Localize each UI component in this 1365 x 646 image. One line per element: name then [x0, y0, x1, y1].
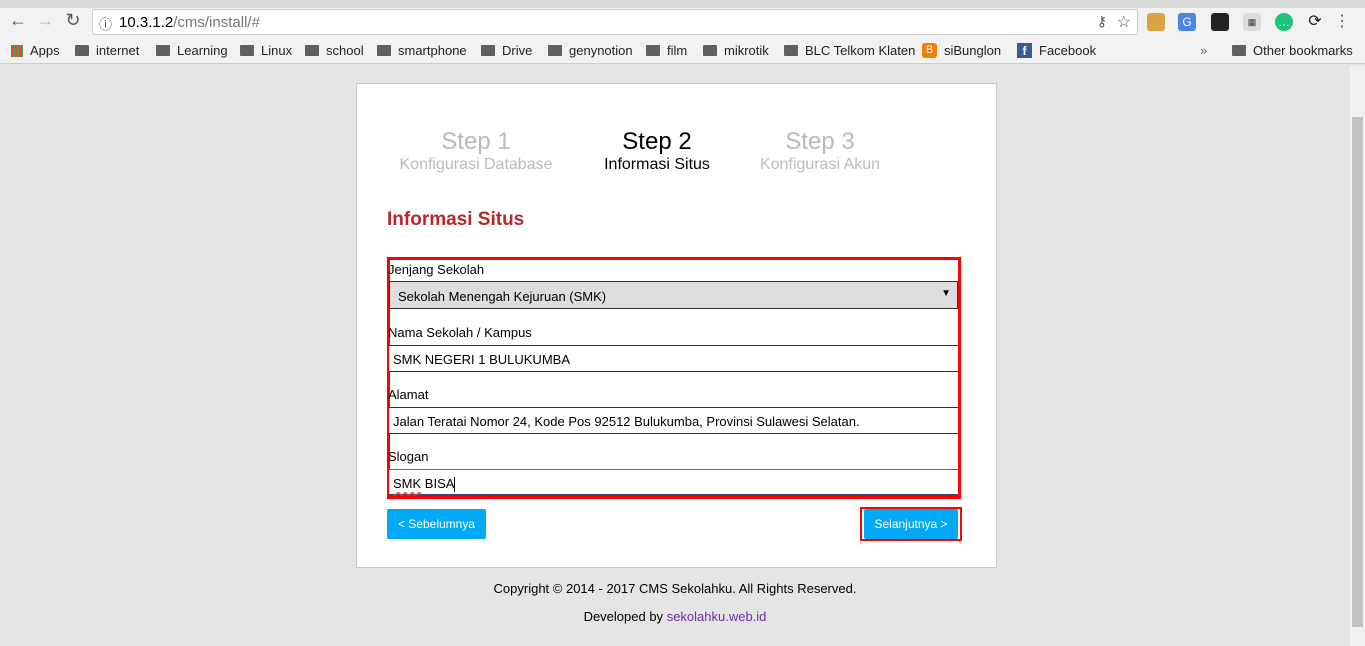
bookmarks-overflow-button[interactable]: »: [1200, 43, 1207, 58]
forward-icon[interactable]: →: [34, 10, 56, 31]
folder-icon: [646, 45, 660, 56]
alamat-value: Jalan Teratai Nomor 24, Kode Pos 92512 B…: [393, 414, 860, 429]
url-path: /cms/install/#: [173, 14, 260, 31]
nama-value: SMK NEGERI 1 BULUKUMBA: [393, 352, 570, 367]
step-subtitle: Konfigurasi Database: [399, 156, 553, 173]
bookmark-label: smartphone: [398, 43, 467, 58]
next-button[interactable]: Selanjutnya >: [864, 509, 958, 539]
alamat-label: Alamat: [388, 387, 429, 402]
folder-icon: [240, 45, 254, 56]
bookmark-school[interactable]: school: [305, 43, 364, 58]
folder-icon: [156, 45, 170, 56]
section-heading: Informasi Situs: [387, 209, 525, 230]
menu-icon[interactable]: ⋮: [1333, 13, 1351, 31]
sync-icon[interactable]: ⟳: [1306, 13, 1324, 31]
scrollbar-thumb[interactable]: [1352, 117, 1363, 627]
bookmark-label: mikrotik: [724, 43, 769, 58]
bookmark-label: siBunglon: [944, 43, 1002, 58]
key-icon[interactable]: ⚷: [1097, 13, 1107, 30]
step-subtitle: Konfigurasi Akun: [759, 156, 881, 173]
folder-icon: [377, 45, 391, 56]
address-bar[interactable]: ⓘ 10.3.1.2/cms/install/# ⚷ ☆: [92, 9, 1138, 35]
bookmark-mikrotik[interactable]: mikrotik: [703, 43, 769, 58]
chat-icon[interactable]: …: [1275, 13, 1293, 31]
step-2: Step 2 Informasi Situs: [567, 128, 747, 174]
bookmark-label: BLC Telkom Klaten: [805, 43, 916, 58]
jenjang-label: Jenjang Sekolah: [388, 262, 485, 277]
tab-strip: [0, 0, 1365, 8]
reload-icon[interactable]: ↻: [62, 10, 84, 31]
other-bookmarks[interactable]: Other bookmarks: [1232, 43, 1353, 58]
bookmark-label: Linux: [261, 43, 293, 58]
bookmark-label: Facebook: [1039, 43, 1097, 58]
bookmark-label: Learning: [177, 43, 228, 58]
step-title: Step 3: [785, 128, 855, 155]
folder-icon: [305, 45, 319, 56]
folder-icon: [75, 45, 89, 56]
facebook-icon: f: [1017, 43, 1032, 58]
bookmark-label: Drive: [502, 43, 533, 58]
bookmark-label: Apps: [30, 43, 60, 58]
jenjang-value: Sekolah Menengah Kejuruan (SMK): [398, 289, 607, 304]
developed-prefix: Developed by: [583, 609, 667, 624]
apps-grid-icon: [11, 44, 23, 57]
step-3: Step 3 Konfigurasi Akun: [730, 128, 910, 174]
bookmark-genynotion[interactable]: genynotion: [548, 43, 633, 58]
back-icon[interactable]: ←: [7, 10, 29, 31]
google-translate-icon[interactable]: G: [1178, 13, 1196, 31]
blogger-icon: B: [922, 43, 937, 58]
folder-icon: [1232, 45, 1246, 56]
bookmark-label: school: [326, 43, 364, 58]
copyright-text: Copyright © 2014 - 2017 CMS Sekolahku. A…: [493, 581, 857, 596]
url-host: 10.3.1.2: [119, 14, 174, 31]
bookmark-linux[interactable]: Linux: [240, 43, 292, 58]
dropdown-arrow-icon: ▼: [941, 288, 951, 299]
info-icon: ⓘ: [99, 17, 113, 32]
bookmark-blc-telkom-klaten[interactable]: BLC Telkom Klaten: [784, 43, 915, 58]
extension-agent-icon[interactable]: [1147, 13, 1165, 31]
bookmark-sibunglon[interactable]: BsiBunglon: [922, 43, 1001, 58]
bookmark-label: genynotion: [569, 43, 633, 58]
developed-by: Developed by sekolahku.web.id: [0, 609, 1350, 624]
slogan-value-rest: BISA: [421, 476, 455, 491]
bookmark-label: internet: [96, 43, 140, 58]
alamat-input[interactable]: Jalan Teratai Nomor 24, Kode Pos 92512 B…: [389, 407, 958, 434]
step-title: Step 2: [622, 128, 692, 155]
bookmark-learning[interactable]: Learning: [156, 43, 228, 58]
slogan-input[interactable]: SMK BISA: [389, 469, 958, 496]
jenjang-select[interactable]: Sekolah Menengah Kejuruan (SMK) ▼: [389, 281, 958, 309]
folder-icon: [703, 45, 717, 56]
step-title: Step 1: [441, 128, 511, 155]
bookmark-smartphone[interactable]: smartphone: [377, 43, 467, 58]
step-1: Step 1 Konfigurasi Database: [386, 128, 566, 174]
step-subtitle: Informasi Situs: [604, 156, 710, 173]
qr-code-icon[interactable]: ▦: [1243, 13, 1261, 31]
bookmark-film[interactable]: film: [646, 43, 687, 58]
folder-icon: [548, 45, 562, 56]
previous-button[interactable]: < Sebelumnya: [387, 509, 486, 539]
bookmark-drive[interactable]: Drive: [481, 43, 532, 58]
nama-input[interactable]: SMK NEGERI 1 BULUKUMBA: [389, 345, 958, 372]
folder-icon: [784, 45, 798, 56]
slogan-label: Slogan: [388, 449, 429, 464]
slogan-value: SMK: [393, 476, 422, 491]
bookmark-label: Other bookmarks: [1253, 43, 1353, 58]
text-cursor: [454, 477, 456, 493]
bookmark-star-icon[interactable]: ☆: [1117, 12, 1131, 32]
bookmark-internet[interactable]: internet: [75, 43, 139, 58]
developer-link[interactable]: sekolahku.web.id: [667, 609, 767, 624]
bookmark-apps[interactable]: Apps: [11, 43, 60, 58]
folder-icon: [481, 45, 495, 56]
bookmark-label: film: [667, 43, 688, 58]
nama-label: Nama Sekolah / Kampus: [388, 325, 532, 340]
tampermonkey-icon[interactable]: [1211, 13, 1229, 31]
bookmark-facebook[interactable]: f Facebook: [1017, 43, 1096, 58]
